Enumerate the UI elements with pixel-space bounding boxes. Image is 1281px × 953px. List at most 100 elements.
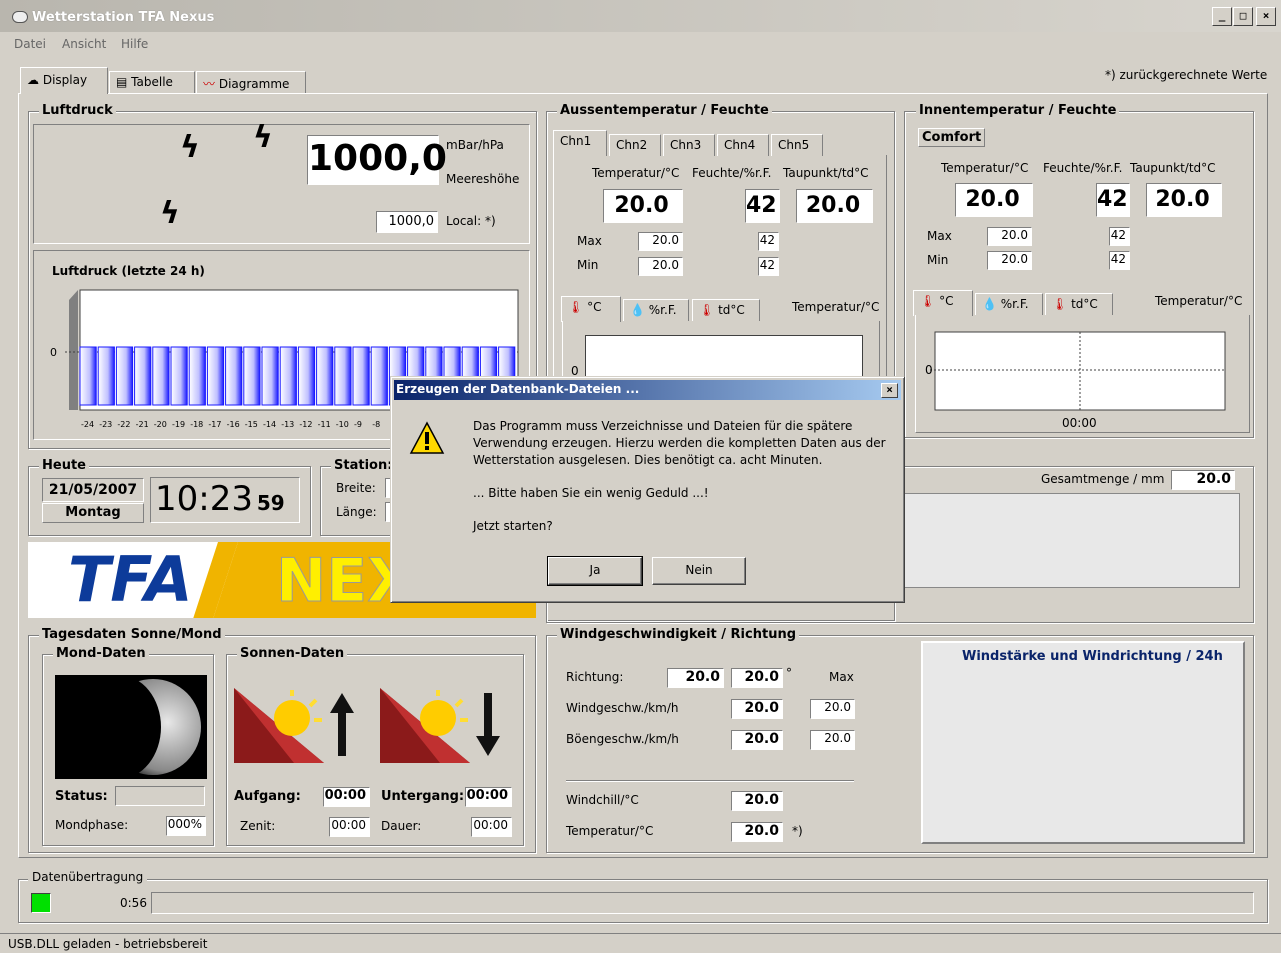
channel-tab-3[interactable]: Chn3 [663,134,715,156]
zenit-value: 00:00 [329,817,370,837]
pressure-xtick: -20 [154,420,167,429]
wind-temp-label: Temperatur/°C [566,824,654,838]
innen-title: Innentemperatur / Feuchte [916,103,1120,118]
pressure-xtick: -23 [99,420,112,429]
channel-tab-2[interactable]: Chn2 [609,134,661,156]
tab-display[interactable]: ☁ Display [20,67,108,94]
close-button[interactable]: × [1256,7,1276,26]
menu-hilfe[interactable]: Hilfe [121,37,148,51]
pressure-bar [225,346,243,406]
pressure-unit: mBar/hPa [446,138,504,152]
moon-status-field [115,786,205,806]
pressure-bar [170,346,188,406]
dialog-close-button[interactable]: × [881,383,898,398]
innen-min-temp: 20.0 [987,251,1032,270]
windchill-value: 20.0 [731,791,783,811]
regen-chart [880,493,1240,588]
date-display: 21/05/2007 [42,478,144,502]
chart-icon: 〰 [203,77,219,91]
boeen-value: 20.0 [731,730,783,750]
clock-seconds: 59 [256,491,285,515]
innen-temp: 20.0 [955,183,1033,217]
innen-min-hum: 42 [1109,251,1130,270]
note-recalculated: *) zurückgerechnete Werte [1105,68,1268,82]
pressure-chart-title: Luftdruck (letzte 24 h) [52,264,205,278]
pressure-xtick: -10 [336,420,349,429]
channel-tab-4[interactable]: Chn4 [717,134,769,156]
pressure-xtick: -16 [227,420,240,429]
thermometer-icon: 🌡 [568,300,584,314]
aussen-hum: 42 [745,189,780,223]
aussen-min-temp: 20.0 [638,257,683,276]
status-bar: USB.DLL geladen - betriebsbereit [0,933,1281,953]
wind-temp-note: *) [792,824,803,838]
tab-tabelle[interactable]: ▤ Tabelle [109,71,195,93]
wind-divider [566,780,854,782]
status-text: USB.DLL geladen - betriebsbereit [8,937,208,951]
clock-time: 10:23 [155,479,253,519]
regen-total-label: Gesamtmenge / mm [1041,472,1165,486]
dewpoint-icon: 🌡 [699,303,715,317]
aussen-h-dew: Taupunkt/td°C [783,166,869,180]
pressure-xtick: -18 [190,420,203,429]
pressure-xtick: -17 [208,420,221,429]
pressure-xtick: -22 [117,420,130,429]
dialog-text-2: Verwendung erzeugen. Hierzu werden die k… [473,436,886,450]
aussen-title: Aussentemperatur / Feuchte [557,103,772,118]
innen-subtab-dew[interactable]: 🌡 td°C [1045,293,1113,315]
pressure-xtick: -13 [281,420,294,429]
dauer-label: Dauer: [381,819,422,833]
pressure-xtick: -21 [136,420,149,429]
wind-title: Windgeschwindigkeit / Richtung [557,627,800,642]
mondphase-label: Mondphase: [55,818,129,832]
dauer-value: 00:00 [471,817,512,837]
aussen-subtab-hum[interactable]: 💧 %r.F. [623,299,689,321]
dialog-no-button[interactable]: Nein [652,557,746,585]
boeen-max: 20.0 [810,730,855,750]
dialog-yes-button[interactable]: Ja [547,556,643,586]
channel-tab-5[interactable]: Chn5 [771,134,823,156]
menu-datei[interactable]: Datei [14,37,46,51]
innen-chart-x0: 00:00 [1062,416,1097,430]
innen-subtab-temp[interactable]: 🌡 °C [913,290,973,316]
boeen-label: Böengeschw./km/h [566,732,679,746]
windg-label: Windgeschw./km/h [566,701,679,715]
pressure-bar [206,346,225,406]
comfort-indicator: Comfort [918,128,986,147]
aussen-subtab-dew[interactable]: 🌡 td°C [692,299,760,321]
maximize-button[interactable]: □ [1233,7,1253,26]
moon-status-label: Status: [55,789,108,804]
dialog-text-1: Das Programm muss Verzeichnisse und Date… [473,419,853,433]
dialog-text-4: ... Bitte haben Sie ein wenig Geduld ...… [473,486,709,500]
sonne-title: Sonnen-Daten [237,646,348,661]
zenit-label: Zenit: [240,819,276,833]
innen-subtab-hum[interactable]: 💧 %r.F. [975,293,1043,315]
windg-max: 20.0 [810,699,855,719]
mondphase-value: 000% [166,816,206,836]
cloud-icon: ☁ [27,73,43,87]
aussen-subtab-temp[interactable]: 🌡 °C [561,296,621,322]
altitude-label: Meereshöhe [446,172,520,186]
regen-total: 20.0 [1171,470,1235,490]
channel-tab-1[interactable]: Chn1 [553,130,607,156]
innen-chart-y0: 0 [925,363,933,377]
station-title: Station: [331,458,396,473]
innen-chart [930,331,1226,411]
sunrise-icon [234,688,354,763]
tab-diagramme[interactable]: 〰 Diagramme [196,71,306,93]
dialog-titlebar: Erzeugen der Datenbank-Dateien ... × [394,380,901,400]
aussen-h-hum: Feuchte/%r.F. [692,166,772,180]
aussen-max-label: Max [577,234,602,248]
lightning-icon: ϟ [253,120,273,155]
minimize-button[interactable]: _ [1212,7,1232,26]
weekday-display: Montag [42,503,144,523]
dialog-title: Erzeugen der Datenbank-Dateien ... [396,382,640,396]
menu-ansicht[interactable]: Ansicht [62,37,106,51]
pressure-bar [316,346,334,406]
pressure-xtick: -9 [354,420,362,429]
innen-h-hum: Feuchte/%r.F. [1043,161,1123,175]
aussen-min-label: Min [577,258,599,272]
windchill-label: Windchill/°C [566,793,639,807]
pressure-bar [188,346,206,406]
clock-display: 10:23 59 [150,477,300,523]
